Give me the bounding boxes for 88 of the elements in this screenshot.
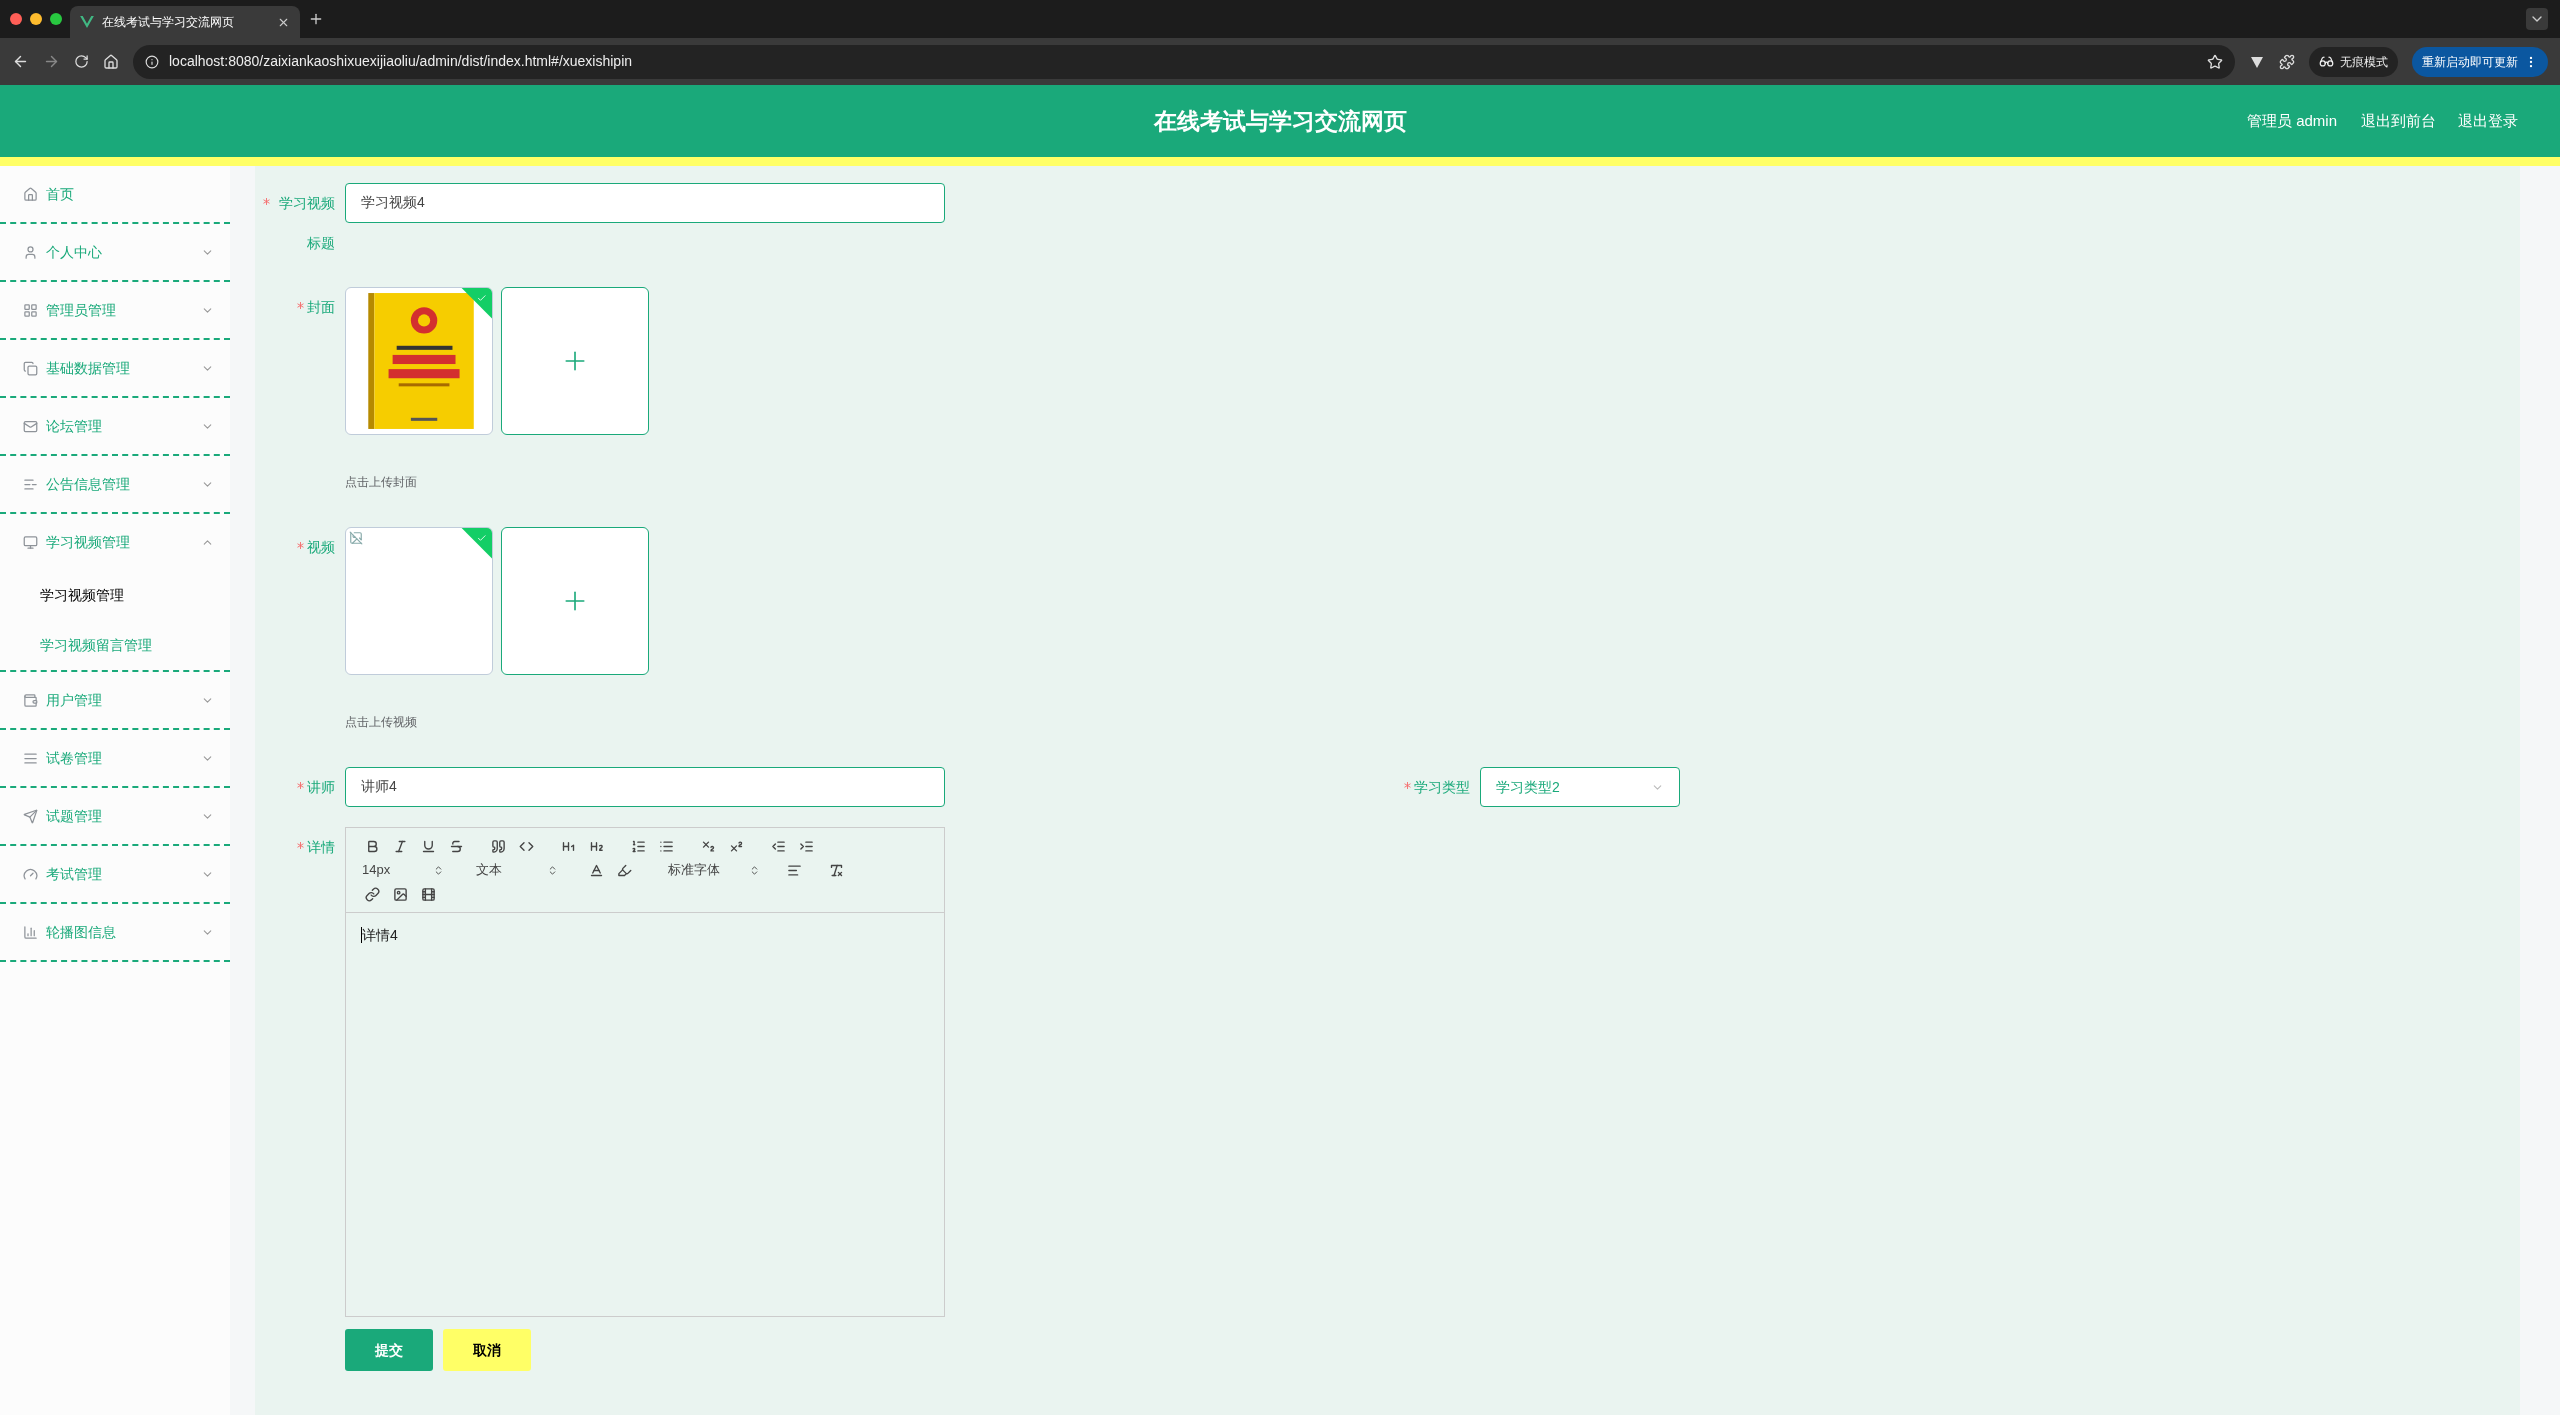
- field-label: 学习视频标题: [278, 194, 335, 253]
- reload-icon[interactable]: [74, 54, 89, 69]
- sidebar-item[interactable]: 首页: [0, 166, 230, 222]
- mail-icon: [23, 418, 38, 434]
- upload-button[interactable]: [501, 527, 649, 675]
- outdent-icon: [770, 838, 786, 854]
- subscript-icon: [700, 838, 716, 854]
- uploaded-thumbnail[interactable]: [345, 527, 493, 675]
- incognito-chip[interactable]: 无痕模式: [2309, 46, 2398, 77]
- clear-format-icon: [828, 862, 844, 878]
- forward-icon[interactable]: [43, 53, 60, 70]
- background-color-icon: [616, 862, 632, 878]
- sidebar-item[interactable]: 个人中心: [0, 224, 230, 280]
- puzzle-icon[interactable]: [2279, 53, 2295, 70]
- image-icon: [392, 886, 408, 902]
- tab-list-icon[interactable]: [2526, 8, 2548, 30]
- new-tab-icon[interactable]: [308, 11, 324, 27]
- wallet-icon: [23, 692, 38, 708]
- header-link[interactable]: 退出到前台: [2361, 109, 2436, 133]
- copy-icon: [23, 360, 38, 376]
- link-icon: [364, 886, 380, 902]
- sidebar-item[interactable]: 论坛管理: [0, 398, 230, 454]
- bar-chart-icon: [23, 924, 38, 940]
- send-icon: [23, 808, 38, 824]
- list-icon: [23, 476, 38, 492]
- italic-icon: [392, 838, 408, 854]
- house-icon: [23, 186, 38, 202]
- sidebar-item[interactable]: 管理员管理: [0, 282, 230, 338]
- align-left-icon: [786, 862, 802, 878]
- quote-icon: [490, 838, 506, 854]
- submit-button[interactable]: 提交: [345, 1329, 433, 1371]
- teacher-input[interactable]: 讲师4: [345, 767, 945, 807]
- sidebar-item[interactable]: 公告信息管理: [0, 456, 230, 512]
- video-icon: [420, 886, 436, 902]
- update-button[interactable]: 重新启动即可更新: [2412, 46, 2548, 77]
- field-label: 视频: [307, 538, 335, 557]
- check-icon: [476, 293, 487, 304]
- check-icon: [476, 533, 487, 544]
- type-select[interactable]: 学习类型2: [1480, 767, 1680, 807]
- site-title: 在线考试与学习交流网页: [1153, 106, 1407, 136]
- lines-icon: [23, 750, 38, 766]
- field-label: 详情: [307, 838, 335, 857]
- user-name: 管理员 admin: [2246, 110, 2337, 131]
- grid-icon: [23, 302, 38, 318]
- superscript-icon: [728, 838, 744, 854]
- sidebar-subitem[interactable]: 学习视频管理: [0, 570, 230, 620]
- sidebar-item[interactable]: 考试管理: [0, 846, 230, 902]
- editor-picker[interactable]: 14px: [358, 858, 448, 882]
- sidebar-item[interactable]: 轮播图信息: [0, 904, 230, 960]
- updown-icon: [433, 864, 444, 876]
- v-logo-icon: [80, 16, 94, 28]
- broken-image-icon: [349, 531, 363, 545]
- editor-picker[interactable]: 文本: [472, 858, 562, 882]
- underline-icon: [420, 838, 436, 854]
- info-icon: [145, 54, 159, 69]
- bullet-list-icon: [658, 838, 674, 854]
- sidebar-item[interactable]: 学习视频管理: [0, 514, 230, 570]
- cancel-button[interactable]: 取消: [443, 1329, 531, 1371]
- back-icon[interactable]: [12, 53, 29, 70]
- text-color-icon: [588, 862, 604, 878]
- upload-button[interactable]: [501, 287, 649, 435]
- updown-icon: [547, 864, 558, 876]
- header-link[interactable]: 退出登录: [2458, 109, 2518, 133]
- bookmark-icon[interactable]: [2207, 53, 2223, 70]
- editor-picker[interactable]: 标准字体: [664, 858, 764, 882]
- updown-icon: [749, 864, 760, 876]
- upload-hint: 点击上传封面: [345, 474, 418, 491]
- editor-content[interactable]: 详情4: [361, 927, 398, 943]
- sidebar-item[interactable]: 试题管理: [0, 788, 230, 844]
- sidebar-subitem[interactable]: 学习视频留言管理: [0, 620, 230, 670]
- indent-icon: [798, 838, 814, 854]
- field-label: 讲师: [307, 778, 335, 797]
- upload-hint: 点击上传视频: [345, 714, 418, 731]
- title-input[interactable]: 学习视频4: [345, 183, 945, 223]
- strikethrough-icon: [448, 838, 464, 854]
- user-icon: [23, 244, 38, 260]
- sidebar-item[interactable]: 基础数据管理: [0, 340, 230, 396]
- home-icon[interactable]: [103, 53, 119, 70]
- address-bar[interactable]: localhost:8080/zaixiankaoshixuexijiaoliu/admin/dist/index.html#/xuexishipin: [133, 44, 2235, 79]
- sidebar-item[interactable]: 用户管理: [0, 672, 230, 728]
- field-label: 封面: [307, 298, 335, 317]
- sidebar-item[interactable]: 试卷管理: [0, 730, 230, 786]
- gauge-icon: [23, 866, 38, 882]
- incognito-icon: [2319, 54, 2334, 69]
- browser-tab[interactable]: 在线考试与学习交流网页: [70, 6, 300, 38]
- monitor-icon: [23, 534, 38, 550]
- field-label: 学习类型: [1414, 778, 1470, 797]
- ordered-list-icon: [630, 838, 646, 854]
